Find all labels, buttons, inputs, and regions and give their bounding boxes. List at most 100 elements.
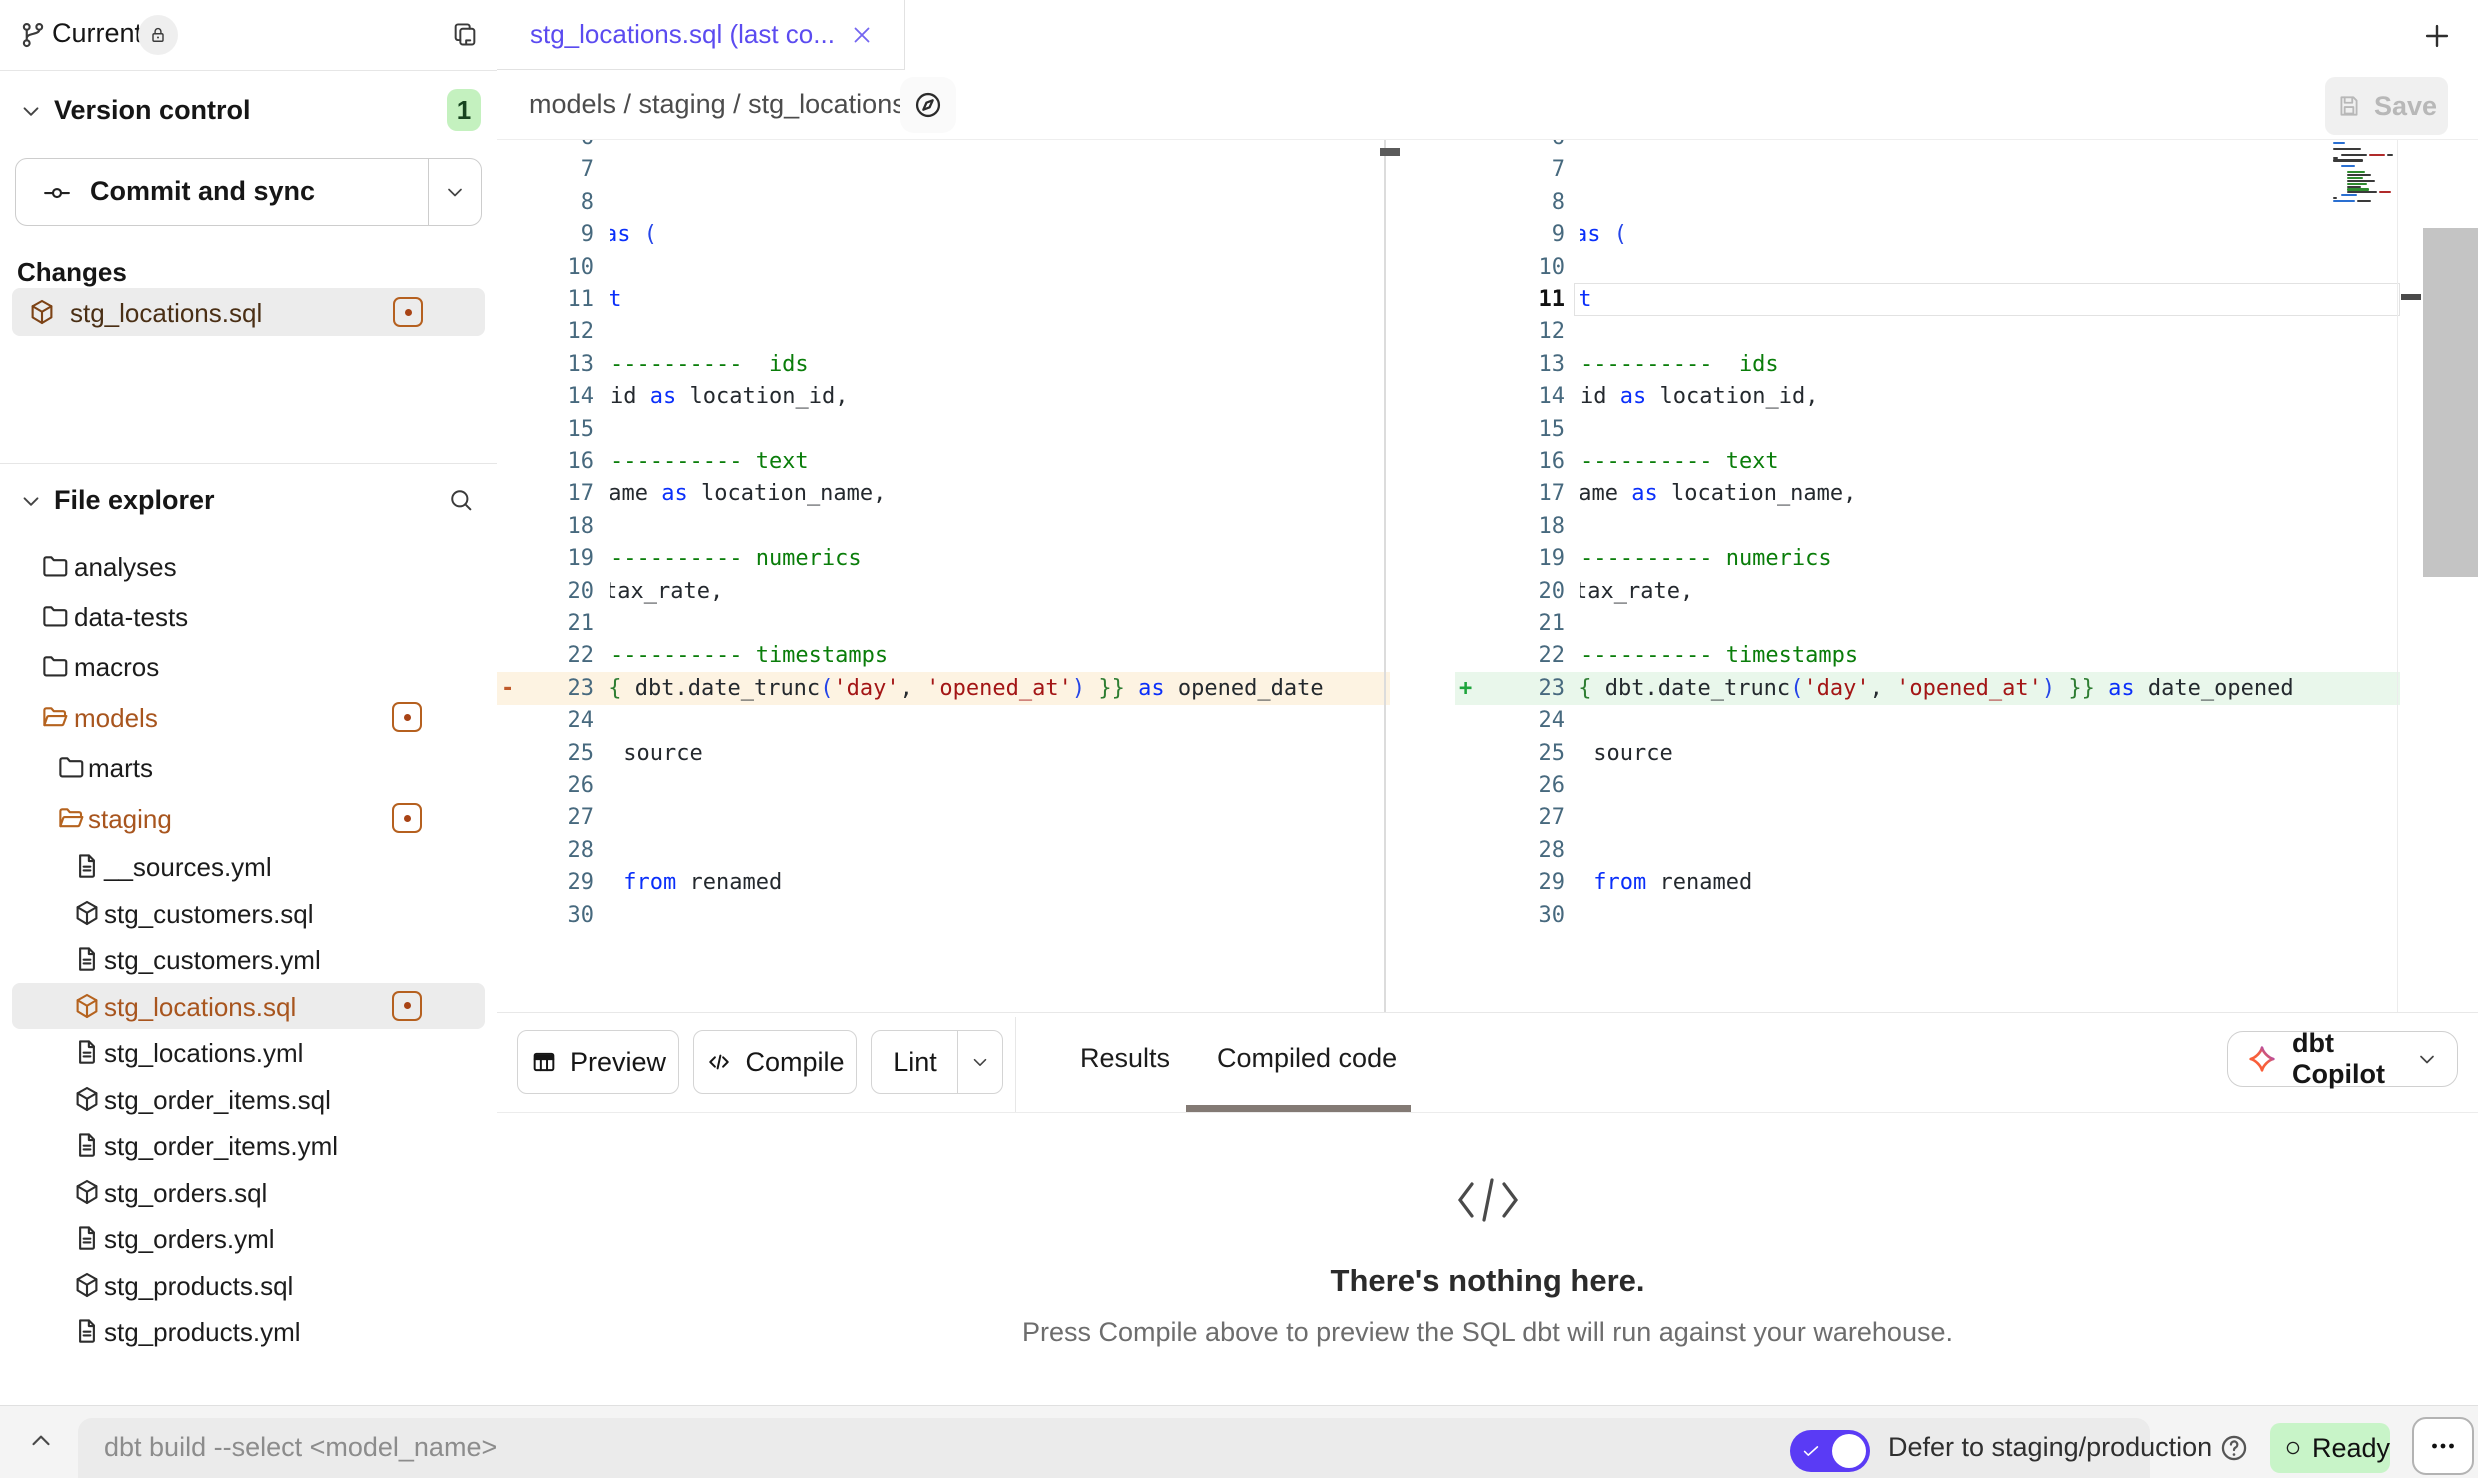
code-slash-icon — [1452, 1171, 1524, 1229]
minimap[interactable] — [2333, 142, 2395, 206]
code-line-23[interactable]: +23{{ dbt.date_trunc('day', 'opened_at')… — [1455, 672, 2400, 705]
code-line-29[interactable]: 29 from renamed — [497, 866, 1390, 899]
code-line-14[interactable]: 14id as location_id, — [1455, 380, 2400, 413]
code-line-21[interactable]: 21 — [1455, 607, 2400, 640]
code-line-18[interactable]: 18 — [1455, 510, 2400, 543]
code-line-28[interactable]: 28 — [1455, 834, 2400, 867]
file-tree-item-models[interactable]: models — [0, 694, 497, 740]
commit-options-button[interactable] — [428, 159, 481, 225]
code-line-9[interactable]: 9as ( — [1455, 218, 2400, 251]
file-tree-item-stg-order-items-yml[interactable]: stg_order_items.yml — [0, 1122, 497, 1168]
code-line-8[interactable]: 8 — [497, 186, 1390, 219]
file-tree-item-stg-products-yml[interactable]: stg_products.yml — [0, 1308, 497, 1354]
changed-file-item[interactable]: stg_locations.sql — [12, 288, 485, 336]
file-tree-item-analyses[interactable]: analyses — [0, 543, 497, 589]
code-line-24[interactable]: 24 — [497, 704, 1390, 737]
file-tree-item-stg-customers-sql[interactable]: stg_customers.sql — [0, 890, 497, 936]
commit-and-sync-button[interactable]: Commit and sync — [15, 158, 482, 226]
diff-pane-original[interactable]: 6789as (1011ct1213---------- ids14id as … — [497, 140, 1390, 1012]
code-line-15[interactable]: 15 — [497, 413, 1390, 446]
lint-button[interactable]: Lint — [871, 1030, 1003, 1094]
code-line-27[interactable]: 27 — [1455, 801, 2400, 834]
code-line-11[interactable]: 11ct — [497, 283, 1390, 316]
file-tree-item-data-tests[interactable]: data-tests — [0, 593, 497, 639]
code-line-13[interactable]: 13---------- ids — [497, 348, 1390, 381]
copy-icon[interactable] — [451, 20, 479, 48]
file-tree-item-stg-orders-sql[interactable]: stg_orders.sql — [0, 1169, 497, 1215]
code-line-21[interactable]: 21 — [497, 607, 1390, 640]
code-text: {{ dbt.date_trunc('day', 'opened_at') }}… — [1580, 672, 2294, 705]
code-line-26[interactable]: 26 — [1455, 769, 2400, 802]
defer-toggle[interactable] — [1790, 1430, 1870, 1472]
branch-name[interactable]: Current — [52, 18, 142, 49]
code-line-14[interactable]: 14id as location_id, — [497, 380, 1390, 413]
code-line-10[interactable]: 10 — [497, 251, 1390, 284]
file-tree-item--sources-yml[interactable]: __sources.yml — [0, 843, 497, 889]
code-line-26[interactable]: 26 — [497, 769, 1390, 802]
code-line-9[interactable]: 9as ( — [497, 218, 1390, 251]
code-line-22[interactable]: 22---------- timestamps — [1455, 639, 2400, 672]
code-line-24[interactable]: 24 — [1455, 704, 2400, 737]
code-line-30[interactable]: 30 — [1455, 899, 2400, 932]
tab-stg-locations[interactable]: stg_locations.sql (last co... — [497, 0, 905, 70]
preview-button[interactable]: Preview — [517, 1030, 679, 1094]
code-line-15[interactable]: 15 — [1455, 413, 2400, 446]
code-line-6[interactable]: 6 — [497, 140, 1390, 154]
code-line-12[interactable]: 12 — [1455, 315, 2400, 348]
diff-editor[interactable]: 6789as (1011ct1213---------- ids14id as … — [497, 140, 2478, 1012]
tab-compiled-code[interactable]: Compiled code — [1217, 1043, 1397, 1074]
file-explorer-header[interactable]: File explorer — [0, 463, 497, 536]
tab-results[interactable]: Results — [1080, 1043, 1170, 1074]
code-line-17[interactable]: 17name as location_name, — [497, 477, 1390, 510]
code-line-27[interactable]: 27 — [497, 801, 1390, 834]
file-tree-item-stg-locations-yml[interactable]: stg_locations.yml — [0, 1029, 497, 1075]
code-line-8[interactable]: 8 — [1455, 186, 2400, 219]
help-icon[interactable] — [2218, 1432, 2250, 1464]
save-button[interactable]: Save — [2325, 77, 2448, 135]
code-line-22[interactable]: 22---------- timestamps — [497, 639, 1390, 672]
breadcrumb[interactable]: models / staging / stg_locations.sql — [529, 89, 948, 120]
code-line-29[interactable]: 29 from renamed — [1455, 866, 2400, 899]
code-line-28[interactable]: 28 — [497, 834, 1390, 867]
file-tree-item-stg-orders-yml[interactable]: stg_orders.yml — [0, 1215, 497, 1261]
code-line-10[interactable]: 10 — [1455, 251, 2400, 284]
code-line-7[interactable]: 7 — [1455, 153, 2400, 186]
compile-button[interactable]: Compile — [693, 1030, 857, 1094]
code-line-19[interactable]: 19---------- numerics — [1455, 542, 2400, 575]
code-line-16[interactable]: 16---------- text — [1455, 445, 2400, 478]
chevron-up-icon[interactable] — [26, 1426, 56, 1456]
version-control-header[interactable]: Version control 1 — [0, 70, 497, 152]
code-line-12[interactable]: 12 — [497, 315, 1390, 348]
code-line-30[interactable]: 30 — [497, 899, 1390, 932]
code-line-20[interactable]: 20tax_rate, — [497, 575, 1390, 608]
file-tree-item-stg-products-sql[interactable]: stg_products.sql — [0, 1262, 497, 1308]
file-tree-item-stg-order-items-sql[interactable]: stg_order_items.sql — [0, 1076, 497, 1122]
code-line-16[interactable]: 16---------- text — [497, 445, 1390, 478]
file-tree-item-staging[interactable]: staging — [0, 795, 497, 841]
lineage-compass-button[interactable] — [900, 77, 956, 133]
code-line-17[interactable]: 17name as location_name, — [1455, 477, 2400, 510]
vertical-scrollbar[interactable] — [2423, 228, 2478, 577]
file-tree-item-stg-customers-yml[interactable]: stg_customers.yml — [0, 936, 497, 982]
file-tree-item-macros[interactable]: macros — [0, 643, 497, 689]
file-tree-item-stg-locations-sql[interactable]: stg_locations.sql — [0, 983, 497, 1029]
code-line-11[interactable]: 11ct — [1455, 283, 2400, 316]
file-tree-item-marts[interactable]: marts — [0, 744, 497, 790]
code-line-18[interactable]: 18 — [497, 510, 1390, 543]
code-line-25[interactable]: 25 source — [1455, 737, 2400, 770]
connection-status-badge[interactable]: Ready — [2270, 1423, 2390, 1473]
dbt-copilot-button[interactable]: dbt Copilot — [2227, 1031, 2458, 1087]
code-line-20[interactable]: 20tax_rate, — [1455, 575, 2400, 608]
code-line-13[interactable]: 13---------- ids — [1455, 348, 2400, 381]
code-line-23[interactable]: -23{{ dbt.date_trunc('day', 'opened_at')… — [497, 672, 1390, 705]
new-tab-plus-icon[interactable] — [2420, 19, 2454, 53]
code-line-7[interactable]: 7 — [497, 153, 1390, 186]
more-options-button[interactable] — [2412, 1417, 2474, 1475]
code-line-19[interactable]: 19---------- numerics — [497, 542, 1390, 575]
code-line-6[interactable]: 6 — [1455, 140, 2400, 154]
close-icon[interactable] — [849, 22, 875, 48]
code-line-25[interactable]: 25 source — [497, 737, 1390, 770]
search-icon[interactable] — [447, 486, 475, 514]
diff-pane-modified[interactable]: 6789as (1011ct1213---------- ids14id as … — [1455, 140, 2400, 1012]
lint-options-button[interactable] — [957, 1031, 1002, 1093]
